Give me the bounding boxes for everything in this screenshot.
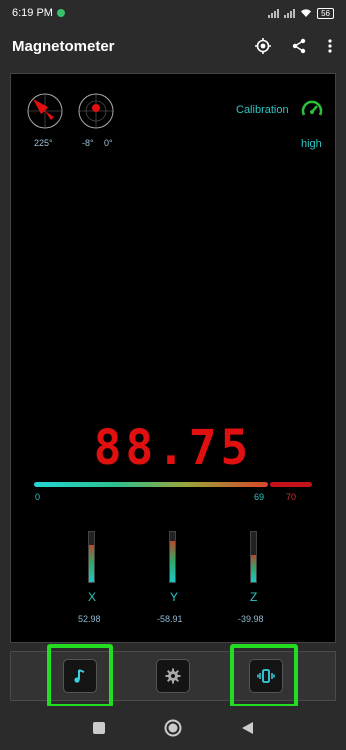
locate-button[interactable] xyxy=(254,37,272,55)
axis-z-bar xyxy=(250,531,257,583)
axis-y-label: Y xyxy=(170,590,179,604)
status-icons: 56 xyxy=(268,7,334,19)
app-actions xyxy=(254,37,334,55)
axis-x-bar xyxy=(88,531,95,583)
circle-icon xyxy=(164,719,182,737)
sound-button-highlight xyxy=(47,644,113,708)
status-time: 6:19 PM xyxy=(12,7,53,19)
app-title: Magnetometer xyxy=(12,37,115,55)
magnetic-field-reading: 88.75 xyxy=(93,418,253,476)
status-bar: 6:19 PM 56 xyxy=(0,0,346,26)
triangle-back-icon xyxy=(242,722,253,734)
back-button[interactable] xyxy=(237,718,257,738)
axis-z-value: -39.98 xyxy=(238,614,264,624)
axis-x-fill xyxy=(89,544,94,582)
target-icon xyxy=(255,38,271,54)
calibration-label: Calibration xyxy=(236,104,289,116)
home-button[interactable] xyxy=(163,718,183,738)
range-max: 70 xyxy=(286,492,297,502)
axis-z-fill xyxy=(251,554,256,582)
gear-icon xyxy=(165,668,181,684)
range-current: 69 xyxy=(254,492,265,502)
axis-y-fill xyxy=(170,541,175,582)
vibrate-button-highlight xyxy=(230,644,298,708)
wifi-icon xyxy=(301,9,312,17)
tilt-x: -8° xyxy=(82,138,94,148)
app-bar: Magnetometer xyxy=(0,26,346,66)
notification-dot-icon xyxy=(56,9,65,17)
compass-icon xyxy=(27,93,63,129)
signal-icon xyxy=(268,8,280,18)
range-bar-max-segment xyxy=(270,482,312,487)
calibration-value: high xyxy=(301,138,322,150)
more-vert-icon xyxy=(328,39,332,53)
settings-button[interactable] xyxy=(156,659,190,693)
signal-2-icon xyxy=(284,8,296,18)
compass-angle: 225° xyxy=(34,138,53,148)
share-button[interactable] xyxy=(290,37,308,55)
axis-x-label: X xyxy=(88,590,97,604)
share-icon xyxy=(292,38,306,54)
system-nav-bar xyxy=(0,706,346,750)
axis-z-label: Z xyxy=(250,590,258,604)
tilt-y: 0° xyxy=(104,138,113,148)
axis-y-value: -58.91 xyxy=(157,614,183,624)
more-options-button[interactable] xyxy=(326,37,334,55)
status-time-group: 6:19 PM xyxy=(12,7,65,19)
range-bar xyxy=(34,482,268,487)
battery-indicator: 56 xyxy=(317,7,334,19)
axis-y-bar xyxy=(169,531,176,583)
recents-button[interactable] xyxy=(89,718,109,738)
axis-x-value: 52.98 xyxy=(78,614,101,624)
level-icon xyxy=(78,93,114,129)
speedometer-icon[interactable] xyxy=(300,98,324,122)
range-min: 0 xyxy=(35,492,41,502)
square-icon xyxy=(93,722,105,734)
